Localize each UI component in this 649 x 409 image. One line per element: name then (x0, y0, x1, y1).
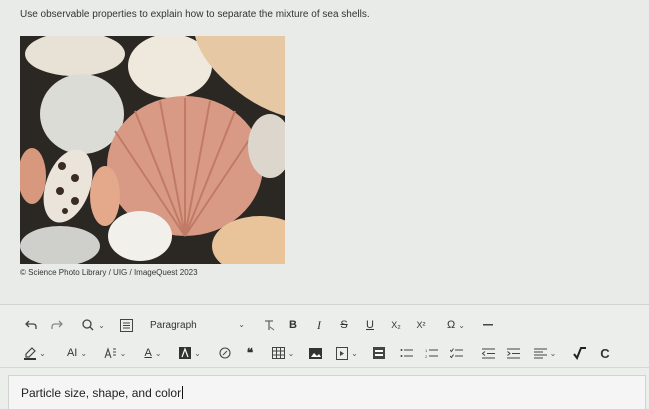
font-size-select[interactable]: ⌄ (100, 341, 130, 365)
checklist-icon[interactable] (448, 341, 464, 365)
strikethrough-button[interactable]: S (338, 313, 350, 337)
outdent-icon[interactable] (480, 341, 496, 365)
svg-text:1: 1 (425, 348, 428, 353)
indent-icon[interactable] (505, 341, 521, 365)
chevron-down-icon: ⌄ (238, 320, 245, 329)
embed-icon[interactable] (372, 341, 386, 365)
chevron-down-icon: ⌄ (351, 348, 358, 358)
chevron-down-icon: ⌄ (154, 348, 162, 358)
align-button[interactable]: ⌄ (530, 341, 560, 365)
toolbar-divider (0, 367, 649, 368)
toolbar-row-1: ⌄ Paragraph ⌄ B I S U X₂ X² Ω ⌄ (0, 313, 649, 337)
chevron-down-icon: ⌄ (287, 348, 295, 358)
horizontal-line-icon[interactable] (482, 313, 494, 337)
chevron-down-icon: ⌄ (194, 348, 201, 358)
rich-text-editor: ⌄ Paragraph ⌄ B I S U X₂ X² Ω ⌄ ⌄ AI ⌄ ⌄… (0, 304, 649, 409)
paragraph-style-select[interactable]: Paragraph ⌄ (150, 313, 245, 337)
clear-formatting-icon[interactable] (262, 313, 276, 337)
svg-text:2: 2 (425, 354, 428, 359)
chevron-down-icon: ⌄ (80, 348, 88, 358)
font-family-label: AI (66, 347, 78, 359)
special-character-button[interactable]: Ω ⌄ (443, 313, 469, 337)
undo-icon[interactable] (24, 313, 38, 337)
chevron-down-icon: ⌄ (458, 320, 465, 330)
format-block-icon[interactable] (118, 313, 134, 337)
paragraph-style-label: Paragraph (150, 320, 197, 331)
chevron-down-icon: ⌄ (98, 320, 105, 330)
blockquote-icon[interactable]: ❝ (243, 341, 257, 365)
link-icon[interactable] (218, 341, 232, 365)
chevron-down-icon: ⌄ (39, 348, 46, 358)
bullet-list-icon[interactable] (398, 341, 414, 365)
numbered-list-icon[interactable]: 12 (423, 341, 439, 365)
answer-text: Particle size, shape, and color (21, 386, 182, 400)
sea-shells-photo (20, 36, 285, 264)
italic-button[interactable]: I (313, 313, 325, 337)
question-text: Use observable properties to explain how… (20, 9, 370, 20)
chemistry-c-button[interactable]: C (598, 341, 612, 365)
image-credit: © Science Photo Library / UIG / ImageQue… (20, 268, 198, 277)
background-color-button[interactable]: ⌄ (176, 341, 204, 365)
bold-button[interactable]: B (287, 313, 299, 337)
math-equation-icon[interactable] (572, 341, 586, 365)
image-icon[interactable] (308, 341, 322, 365)
chevron-down-icon: ⌄ (549, 348, 557, 358)
text-color-icon: A (144, 347, 152, 359)
omega-icon: Ω (447, 319, 456, 331)
answer-text-line: Particle size, shape, and color (21, 386, 184, 400)
underline-button[interactable]: U (364, 313, 376, 337)
answer-textarea[interactable]: Particle size, shape, and color (8, 375, 646, 409)
text-caret (182, 386, 184, 399)
media-button[interactable]: ⌄ (332, 341, 362, 365)
highlight-color-button[interactable]: ⌄ (22, 341, 48, 365)
toolbar-row-2: ⌄ AI ⌄ ⌄ A ⌄ ⌄ ❝ ⌄ ⌄ 1 2 ⌄ C (0, 341, 649, 365)
subscript-button[interactable]: X₂ (388, 313, 404, 337)
redo-icon[interactable] (50, 313, 64, 337)
chevron-down-icon: ⌄ (119, 348, 127, 358)
table-button[interactable]: ⌄ (268, 341, 298, 365)
text-color-button[interactable]: A ⌄ (140, 341, 166, 365)
font-family-select[interactable]: AI ⌄ (62, 341, 92, 365)
superscript-button[interactable]: X² (413, 313, 429, 337)
find-replace-icon[interactable]: ⌄ (78, 313, 108, 337)
